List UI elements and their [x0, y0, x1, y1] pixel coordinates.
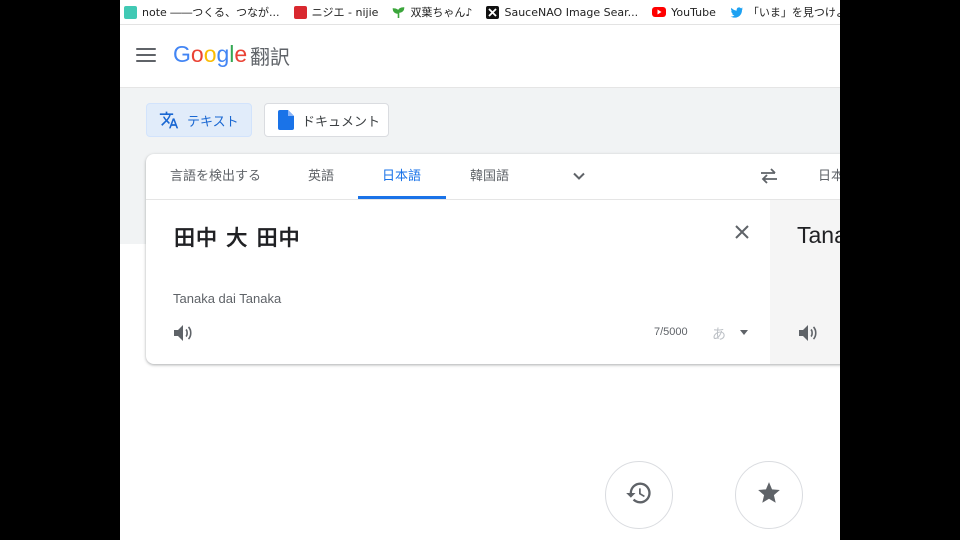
twitter-favicon [730, 6, 743, 19]
tab-korean[interactable]: 韓国語 [470, 154, 509, 199]
speaker-icon[interactable] [798, 324, 818, 346]
saved-button[interactable] [735, 461, 803, 529]
browser-viewport: note ――つくる、つなが... ニジエ - nijie 双葉ちゃん♪ Sau… [120, 0, 840, 540]
character-count: 7/5000 [654, 326, 688, 338]
google-logo[interactable]: Google [173, 41, 247, 68]
bookmark-label: SauceNAO Image Sear... [504, 5, 639, 19]
speaker-icon[interactable] [173, 324, 193, 346]
input-tools-label[interactable]: あ [712, 324, 726, 344]
bookmark-youtube[interactable]: YouTube [652, 6, 716, 19]
source-text-input[interactable]: 田中 大 田中 [174, 222, 301, 252]
bookmark-note[interactable]: note ――つくる、つなが... [124, 4, 280, 20]
bookmark-label: ニジエ - nijie [311, 6, 379, 19]
bookmark-label: 双葉ちゃん♪ [410, 6, 473, 19]
translated-text: Tana [797, 222, 840, 248]
tab-english[interactable]: 英語 [308, 154, 334, 199]
tab-target-japanese[interactable]: 日本 [818, 154, 840, 199]
text-mode-button[interactable]: テキスト [146, 103, 252, 137]
document-icon [278, 110, 294, 130]
logo-letter: g [216, 41, 230, 67]
bookmark-nijie[interactable]: ニジエ - nijie [293, 4, 379, 20]
logo-letter: o [203, 41, 217, 67]
bookmark-twitter[interactable]: 「いま」を見つけよう [730, 4, 840, 20]
bookmark-futaba[interactable]: 双葉ちゃん♪ [392, 4, 472, 20]
swap-languages-icon[interactable] [760, 168, 778, 188]
active-tab-indicator [358, 196, 446, 199]
logo-letter: G [173, 41, 191, 67]
bookmark-saucenao[interactable]: SauceNAO Image Sear... [486, 5, 639, 19]
saucenao-favicon [486, 5, 500, 19]
history-icon [625, 479, 653, 511]
product-name: 翻訳 [250, 45, 290, 69]
bookmark-label: YouTube [671, 5, 716, 19]
chevron-down-icon[interactable] [570, 167, 588, 189]
bookmarks-bar: note ――つくる、つなが... ニジエ - nijie 双葉ちゃん♪ Sau… [120, 0, 840, 25]
translation-output-pane: Tana [770, 200, 840, 364]
bookmark-label: 「いま」を見つけよう [747, 6, 840, 19]
history-button[interactable] [605, 461, 673, 529]
hamburger-menu-icon[interactable] [136, 48, 156, 64]
sprout-favicon [392, 6, 405, 19]
text-mode-label: テキスト [187, 114, 239, 130]
document-mode-label: ドキュメント [302, 114, 381, 130]
tab-japanese[interactable]: 日本語 [382, 154, 421, 199]
youtube-favicon [652, 7, 667, 17]
logo-letter: o [190, 41, 204, 67]
bookmark-label: note ――つくる、つなが... [142, 6, 280, 19]
close-icon[interactable] [734, 224, 750, 244]
tab-detect-language[interactable]: 言語を検出する [170, 154, 261, 199]
source-romanization: Tanaka dai Tanaka [173, 291, 282, 306]
nijie-favicon [293, 5, 307, 19]
caret-down-icon[interactable] [740, 330, 748, 335]
translate-icon [159, 110, 179, 130]
note-favicon [124, 5, 137, 19]
star-icon [756, 480, 782, 510]
translation-card: 言語を検出する 英語 日本語 韓国語 日本 田中 大 田中 Tanaka dai… [146, 154, 840, 364]
app-header: Google 翻訳 [120, 25, 840, 88]
document-mode-button[interactable]: ドキュメント [264, 103, 389, 137]
logo-letter: e [234, 41, 248, 67]
language-bar: 言語を検出する 英語 日本語 韓国語 日本 [146, 154, 840, 200]
